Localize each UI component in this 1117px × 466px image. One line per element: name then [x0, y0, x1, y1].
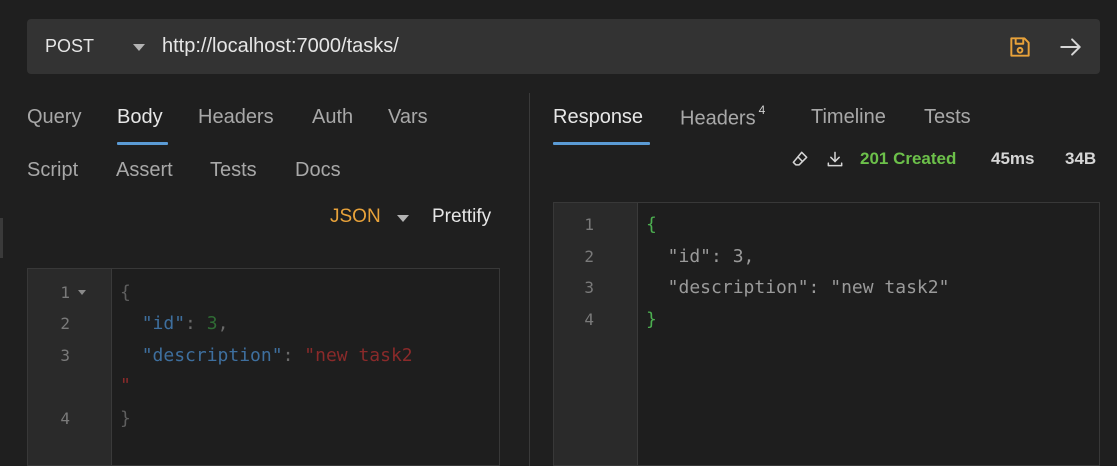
eraser-icon	[792, 151, 808, 166]
fold-toggle-icon[interactable]	[78, 290, 86, 295]
code-line: "id": 3,	[141, 313, 229, 334]
line-number: 1	[584, 215, 594, 234]
code-line: {	[646, 214, 657, 235]
save-button[interactable]	[1005, 32, 1035, 62]
response-time: 45ms	[991, 149, 1035, 168]
floppy-disk-icon	[1010, 37, 1030, 57]
tab-timeline[interactable]: Timeline	[811, 106, 886, 129]
editor-gutter: 1 2 3 4	[554, 203, 638, 465]
tab-headers[interactable]: Headers	[198, 106, 274, 129]
download-icon	[827, 151, 843, 167]
code-line: "description": "new task2	[141, 345, 413, 366]
code-line: }	[646, 309, 657, 330]
line-number: 2	[584, 247, 594, 266]
tab-body[interactable]: Body	[117, 106, 163, 129]
tab-assert[interactable]: Assert	[116, 159, 173, 182]
tab-response-underline	[553, 142, 650, 145]
tab-response-tests[interactable]: Tests	[924, 106, 971, 129]
line-number: 3	[60, 346, 70, 365]
pane-splitter[interactable]	[529, 93, 530, 466]
clear-response-button[interactable]	[790, 148, 810, 170]
code-line: "description": "new task2"	[646, 277, 950, 298]
tab-response-headers[interactable]: Headers 4	[680, 103, 766, 131]
tab-response[interactable]: Response	[553, 106, 643, 129]
line-number: 4	[584, 310, 594, 329]
code-line: }	[120, 408, 131, 429]
line-number: 2	[60, 314, 70, 333]
body-mode-select[interactable]: JSON	[330, 206, 381, 228]
chevron-down-icon[interactable]	[397, 215, 409, 222]
arrow-right-icon	[1060, 38, 1081, 56]
code-line: {	[120, 282, 131, 303]
prettify-button[interactable]: Prettify	[432, 206, 491, 228]
url-input[interactable]: http://localhost:7000/tasks/	[162, 35, 399, 58]
pane-edge	[0, 218, 3, 258]
headers-count-badge: 4	[758, 103, 766, 117]
tab-docs[interactable]: Docs	[295, 159, 341, 182]
url-bar: POST http://localhost:7000/tasks/	[27, 19, 1100, 74]
send-button[interactable]	[1056, 32, 1086, 62]
tab-body-underline	[117, 142, 168, 145]
tab-vars[interactable]: Vars	[388, 106, 428, 129]
response-size: 34B	[1065, 149, 1097, 168]
tab-auth[interactable]: Auth	[312, 106, 353, 129]
line-number: 4	[60, 409, 70, 428]
line-number: 3	[584, 278, 594, 297]
chevron-down-icon[interactable]	[133, 44, 145, 51]
code-line-wrap: "	[120, 375, 131, 396]
request-body-editor[interactable]: 1 2 3 4 { "id": 3, "description": "new t…	[27, 268, 500, 466]
tab-query[interactable]: Query	[27, 106, 81, 129]
code-line: "id": 3,	[646, 246, 755, 267]
status-code: 201 Created	[860, 149, 957, 168]
response-body-viewer[interactable]: 1 2 3 4 { "id": 3, "description": "new t…	[553, 202, 1100, 466]
download-response-button[interactable]	[825, 148, 845, 170]
line-number: 1	[60, 283, 70, 302]
tab-tests[interactable]: Tests	[210, 159, 257, 182]
editor-gutter: 1 2 3 4	[28, 269, 112, 465]
method-select[interactable]: POST	[45, 36, 94, 57]
tab-script[interactable]: Script	[27, 159, 78, 182]
